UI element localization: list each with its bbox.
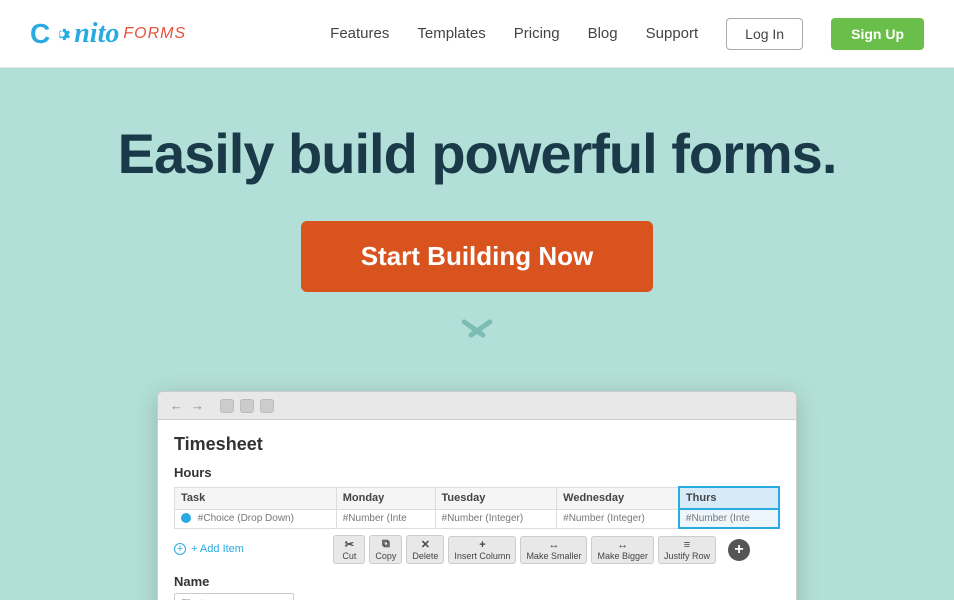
- name-inputs: [174, 593, 780, 600]
- timesheet-table: Task Monday Tuesday Wednesday Thurs #Cho…: [174, 486, 780, 529]
- table-row: #Choice (Drop Down) #Number (Inte #Numbe…: [175, 509, 780, 528]
- gear-icon: [51, 23, 73, 45]
- browser-nav-buttons: ← →: [168, 398, 206, 413]
- browser-mockup: ← → Timesheet Hours Task Monday Tuesday …: [157, 391, 797, 600]
- forward-arrow-icon[interactable]: →: [189, 398, 206, 413]
- col-monday: Monday: [336, 487, 435, 509]
- browser-titlebar: ← →: [158, 392, 796, 420]
- hero-headline: Easily build powerful forms.: [118, 123, 837, 185]
- cell-tuesday: #Number (Integer): [435, 509, 557, 528]
- row-indicator: [181, 513, 191, 523]
- form-section-hours: Hours: [174, 465, 780, 480]
- form-title: Timesheet: [174, 434, 780, 455]
- browser-minimize-button[interactable]: [220, 399, 234, 413]
- logo-c: C: [30, 20, 50, 48]
- logo-nito: nito: [74, 18, 119, 50]
- cell-thursday: #Number (Inte: [679, 509, 779, 528]
- name-label: Name: [174, 574, 780, 589]
- browser-close-button[interactable]: [260, 399, 274, 413]
- col-wednesday: Wednesday: [557, 487, 679, 509]
- toolbar: ✂Cut ⧉Copy ✕Delete +Insert Column ↔Make …: [333, 535, 780, 564]
- plus-circle-icon: +: [174, 543, 186, 555]
- logo[interactable]: C nito FORMS: [30, 18, 186, 50]
- browser-content: Timesheet Hours Task Monday Tuesday Wedn…: [158, 420, 796, 600]
- back-arrow-icon[interactable]: ←: [168, 398, 185, 413]
- col-task: Task: [175, 487, 337, 509]
- justify-row-button[interactable]: ≡Justify Row: [658, 536, 716, 564]
- start-building-button[interactable]: Start Building Now: [301, 221, 654, 292]
- copy-button[interactable]: ⧉Copy: [369, 535, 402, 564]
- logo-forms: FORMS: [123, 25, 186, 43]
- make-bigger-button[interactable]: ↔Make Bigger: [591, 536, 654, 564]
- cell-choice: #Choice (Drop Down): [175, 509, 337, 528]
- chevron-down-icon: [457, 322, 497, 352]
- cell-monday: #Number (Inte: [336, 509, 435, 528]
- header: C nito FORMS Features Templates Pricing …: [0, 0, 954, 68]
- hero-section: Easily build powerful forms. Start Build…: [0, 68, 954, 600]
- nav-templates[interactable]: Templates: [417, 25, 485, 42]
- col-thursday: Thurs: [679, 487, 779, 509]
- cut-button[interactable]: ✂Cut: [333, 535, 365, 564]
- signup-button[interactable]: Sign Up: [831, 18, 924, 50]
- insert-column-button[interactable]: +Insert Column: [448, 536, 516, 564]
- nav-pricing[interactable]: Pricing: [514, 25, 560, 42]
- col-tuesday: Tuesday: [435, 487, 557, 509]
- name-section: Name: [174, 574, 780, 600]
- login-button[interactable]: Log In: [726, 18, 803, 50]
- add-column-button[interactable]: +: [728, 539, 750, 561]
- make-smaller-button[interactable]: ↔Make Smaller: [520, 536, 587, 564]
- nav-support[interactable]: Support: [646, 25, 699, 42]
- nav-features[interactable]: Features: [330, 25, 389, 42]
- nav-blog[interactable]: Blog: [588, 25, 618, 42]
- add-item-button[interactable]: + + Add Item: [174, 543, 244, 555]
- delete-button[interactable]: ✕Delete: [406, 535, 444, 564]
- cell-wednesday: #Number (Integer): [557, 509, 679, 528]
- first-name-input[interactable]: [174, 593, 294, 600]
- browser-maximize-button[interactable]: [240, 399, 254, 413]
- main-nav: Features Templates Pricing Blog Support …: [330, 18, 924, 50]
